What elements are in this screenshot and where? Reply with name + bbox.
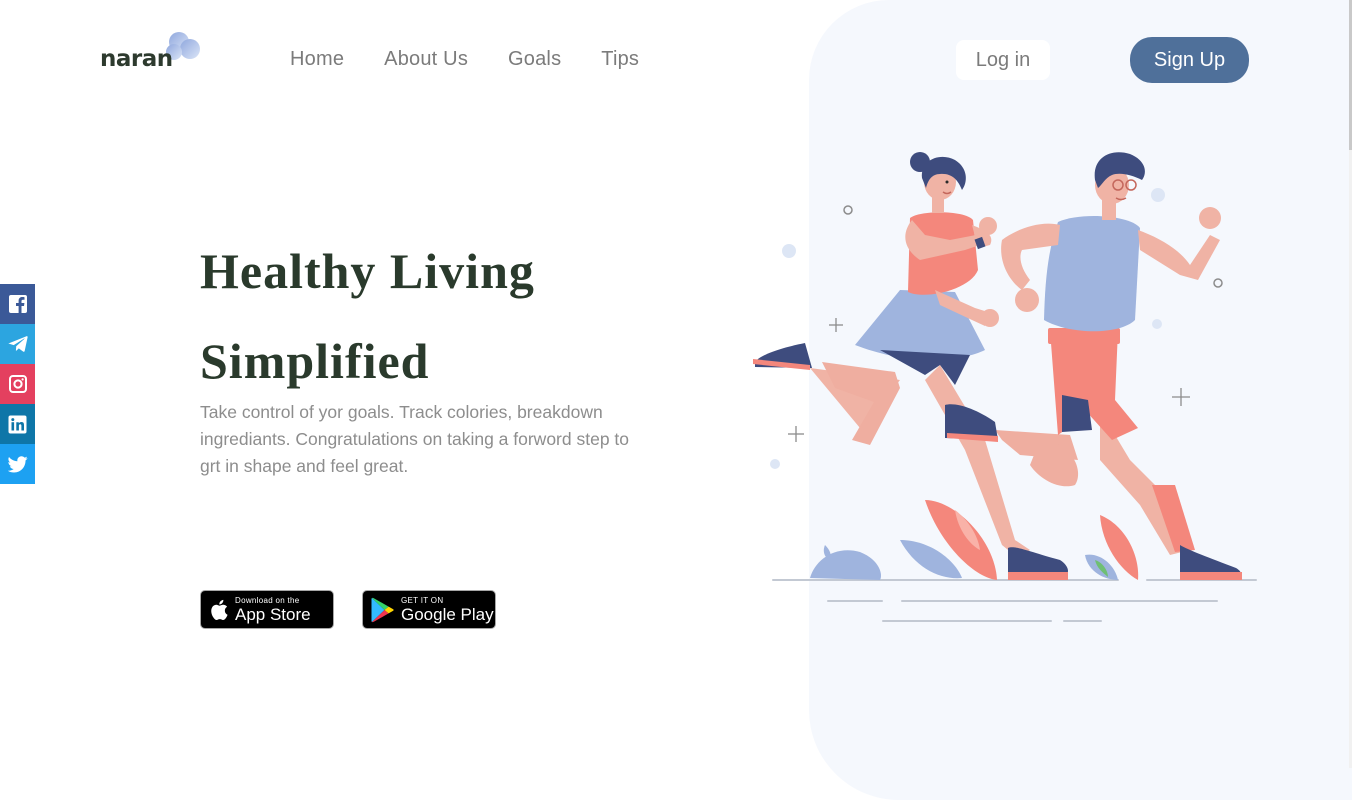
- apple-icon: [209, 599, 229, 621]
- hero-description: Take control of yor goals. Track colorie…: [200, 402, 630, 476]
- app-store-big-text: App Store: [235, 604, 311, 624]
- nav-about-us[interactable]: About Us: [384, 48, 468, 71]
- app-store-small-text: Download on the: [235, 595, 300, 605]
- hero-title-line-1: Healthy Living: [200, 243, 535, 299]
- linkedin-icon: [8, 415, 27, 433]
- nav-tips[interactable]: Tips: [601, 48, 639, 71]
- brand-logo[interactable]: naran: [100, 30, 210, 80]
- social-sidebar: [0, 284, 35, 484]
- telegram-link[interactable]: [0, 324, 35, 364]
- instagram-icon: [8, 375, 27, 393]
- telegram-icon: [8, 336, 28, 352]
- google-play-big-text: Google Play: [401, 604, 494, 624]
- facebook-link[interactable]: [0, 284, 35, 324]
- twitter-icon: [7, 455, 28, 472]
- man-runner: [945, 152, 1242, 580]
- plant-leaves: [810, 500, 1139, 580]
- ground-lines: [772, 579, 1257, 622]
- google-play-small-text: GET IT ON: [401, 595, 444, 605]
- facebook-icon: [8, 295, 27, 313]
- google-play-icon: [371, 597, 395, 623]
- woman-runner: [753, 152, 1068, 580]
- main-nav: Home About Us Goals Tips: [290, 48, 679, 71]
- decor-dots: [770, 188, 1223, 469]
- brand-name: naran: [100, 46, 173, 72]
- google-play-button[interactable]: GET IT ON Google Play: [362, 590, 496, 629]
- linkedin-link[interactable]: [0, 404, 35, 444]
- runners-illustration: [753, 152, 1257, 622]
- signup-button[interactable]: Sign Up: [1130, 37, 1249, 83]
- hero-title: Healthy Living Simplified: [200, 226, 535, 406]
- app-store-button[interactable]: Download on the App Store: [200, 590, 334, 629]
- nav-home[interactable]: Home: [290, 48, 344, 71]
- instagram-link[interactable]: [0, 364, 35, 404]
- hero-title-line-2: Simplified: [200, 333, 430, 389]
- login-button[interactable]: Log in: [956, 40, 1050, 80]
- twitter-link[interactable]: [0, 444, 35, 484]
- nav-goals[interactable]: Goals: [508, 48, 561, 71]
